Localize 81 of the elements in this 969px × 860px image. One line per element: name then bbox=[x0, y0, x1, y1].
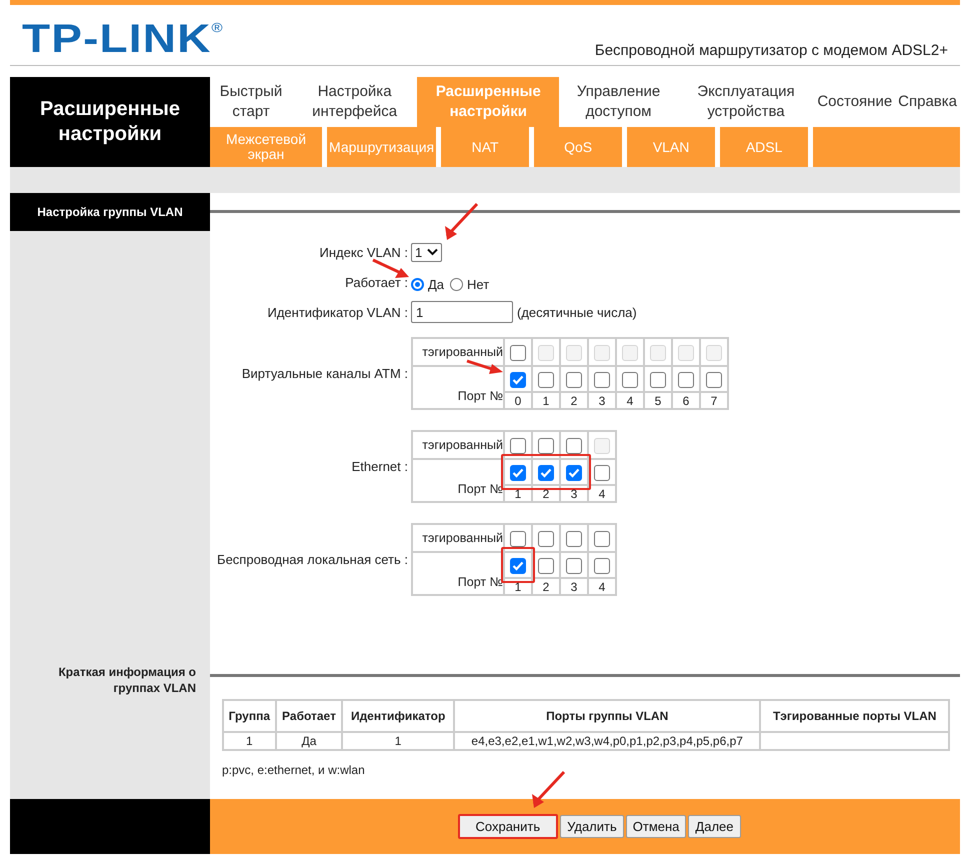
checkbox[interactable] bbox=[594, 531, 610, 547]
port-number: 2 bbox=[542, 487, 550, 501]
checkbox[interactable] bbox=[566, 465, 582, 481]
checkbox[interactable] bbox=[538, 438, 554, 454]
field-label: Виртуальные каналы ATM : bbox=[240, 366, 408, 381]
checkbox[interactable] bbox=[650, 372, 666, 388]
checkbox[interactable] bbox=[566, 531, 582, 547]
port-number: 2 bbox=[570, 394, 578, 408]
port-number: 7 bbox=[710, 394, 718, 408]
table-cell: 1 bbox=[342, 732, 454, 750]
checkbox[interactable] bbox=[510, 465, 526, 481]
section-heading: Краткая информация о группах VLAN bbox=[57, 664, 197, 696]
legend-text: p:pvc, e:ethernet, и w:wlan bbox=[222, 763, 366, 777]
checkbox[interactable] bbox=[510, 558, 526, 574]
menu-tab[interactable]: Управление доступом bbox=[559, 77, 678, 127]
checkbox[interactable] bbox=[622, 372, 638, 388]
checkbox[interactable] bbox=[566, 372, 582, 388]
port-number: 6 bbox=[682, 394, 690, 408]
checkbox[interactable] bbox=[594, 372, 610, 388]
field-label: Индекс VLAN : bbox=[318, 244, 408, 260]
port-number: 4 bbox=[598, 580, 606, 594]
checkbox[interactable] bbox=[538, 531, 554, 547]
port-number: 3 bbox=[570, 487, 578, 501]
port-number: 3 bbox=[598, 394, 606, 408]
checkbox[interactable] bbox=[538, 465, 554, 481]
checkbox[interactable] bbox=[594, 465, 610, 481]
field-label: Ethernet : bbox=[350, 459, 408, 474]
port-number: 4 bbox=[626, 394, 634, 408]
port-number: 2 bbox=[542, 580, 550, 594]
port-label: Порт № bbox=[458, 388, 503, 402]
table-cell: e4,e3,e2,e1,w1,w2,w3,w4,p0,p1,p2,p3,p4,p5,p6,p7 bbox=[454, 732, 760, 750]
field-label: Идентификатор VLAN : bbox=[266, 304, 408, 320]
radio-button[interactable] bbox=[450, 278, 464, 290]
action-button[interactable]: Далее bbox=[688, 815, 740, 838]
checkbox[interactable] bbox=[566, 558, 582, 574]
checkbox[interactable] bbox=[510, 438, 526, 454]
table-cell: 1 bbox=[223, 732, 276, 750]
port-number: 1 bbox=[514, 580, 522, 594]
checkbox[interactable] bbox=[510, 531, 526, 547]
column-header: Порты группы VLAN bbox=[454, 700, 760, 732]
action-button[interactable]: Удалить bbox=[560, 815, 624, 838]
vlan-id-field[interactable]: 1 bbox=[411, 301, 513, 323]
menu-tab[interactable]: Эксплуатация устройства bbox=[678, 77, 814, 127]
logo: TP-LINK® bbox=[22, 21, 224, 57]
checkbox[interactable] bbox=[510, 372, 526, 388]
action-button[interactable]: Отмена bbox=[626, 815, 686, 838]
checkbox[interactable] bbox=[566, 438, 582, 454]
field-label: Беспроводная локальная сеть : bbox=[216, 552, 408, 567]
checkbox[interactable] bbox=[594, 558, 610, 574]
port-number: 0 bbox=[514, 394, 522, 408]
column-header: Группа bbox=[223, 700, 276, 732]
section-title: Расширенные настройки bbox=[10, 77, 210, 167]
radio-label: Да bbox=[428, 276, 444, 292]
menu-tab[interactable]: Настройка интерфейса bbox=[292, 77, 418, 127]
field-label: Работает : bbox=[344, 274, 408, 290]
checkbox[interactable] bbox=[678, 372, 694, 388]
radio-label: Нет bbox=[467, 276, 490, 292]
checkbox[interactable] bbox=[510, 345, 526, 361]
column-header: Идентификатор bbox=[342, 700, 454, 732]
tagged-label: тэгированный bbox=[422, 345, 503, 359]
device-subtitle: Беспроводной маршрутизатор с модемом ADSL2+ bbox=[594, 42, 948, 59]
port-number: 1 bbox=[514, 487, 522, 501]
checkbox[interactable] bbox=[538, 372, 554, 388]
port-number: 4 bbox=[598, 487, 606, 501]
chevron-down-icon bbox=[427, 248, 438, 256]
menu-tab[interactable]: Быстрый старт bbox=[210, 77, 292, 127]
field-hint: (десятичные числа) bbox=[517, 304, 637, 320]
port-number: 5 bbox=[654, 394, 662, 408]
tagged-label: тэгированный bbox=[422, 438, 503, 452]
radio-button[interactable] bbox=[411, 278, 424, 290]
checkbox[interactable] bbox=[538, 558, 554, 574]
tagged-label: тэгированный bbox=[422, 531, 503, 545]
port-number: 3 bbox=[570, 580, 578, 594]
column-header: Работает bbox=[276, 700, 342, 732]
table-cell: Да bbox=[276, 732, 342, 750]
menu-tab[interactable]: Состояние bbox=[814, 77, 896, 127]
column-header: Тэгированные порты VLAN bbox=[760, 700, 949, 732]
checkbox[interactable] bbox=[706, 372, 722, 388]
menu-tab[interactable]: Справка bbox=[895, 77, 960, 127]
section-heading: Настройка группы VLAN bbox=[10, 193, 210, 231]
port-number: 1 bbox=[542, 394, 550, 408]
